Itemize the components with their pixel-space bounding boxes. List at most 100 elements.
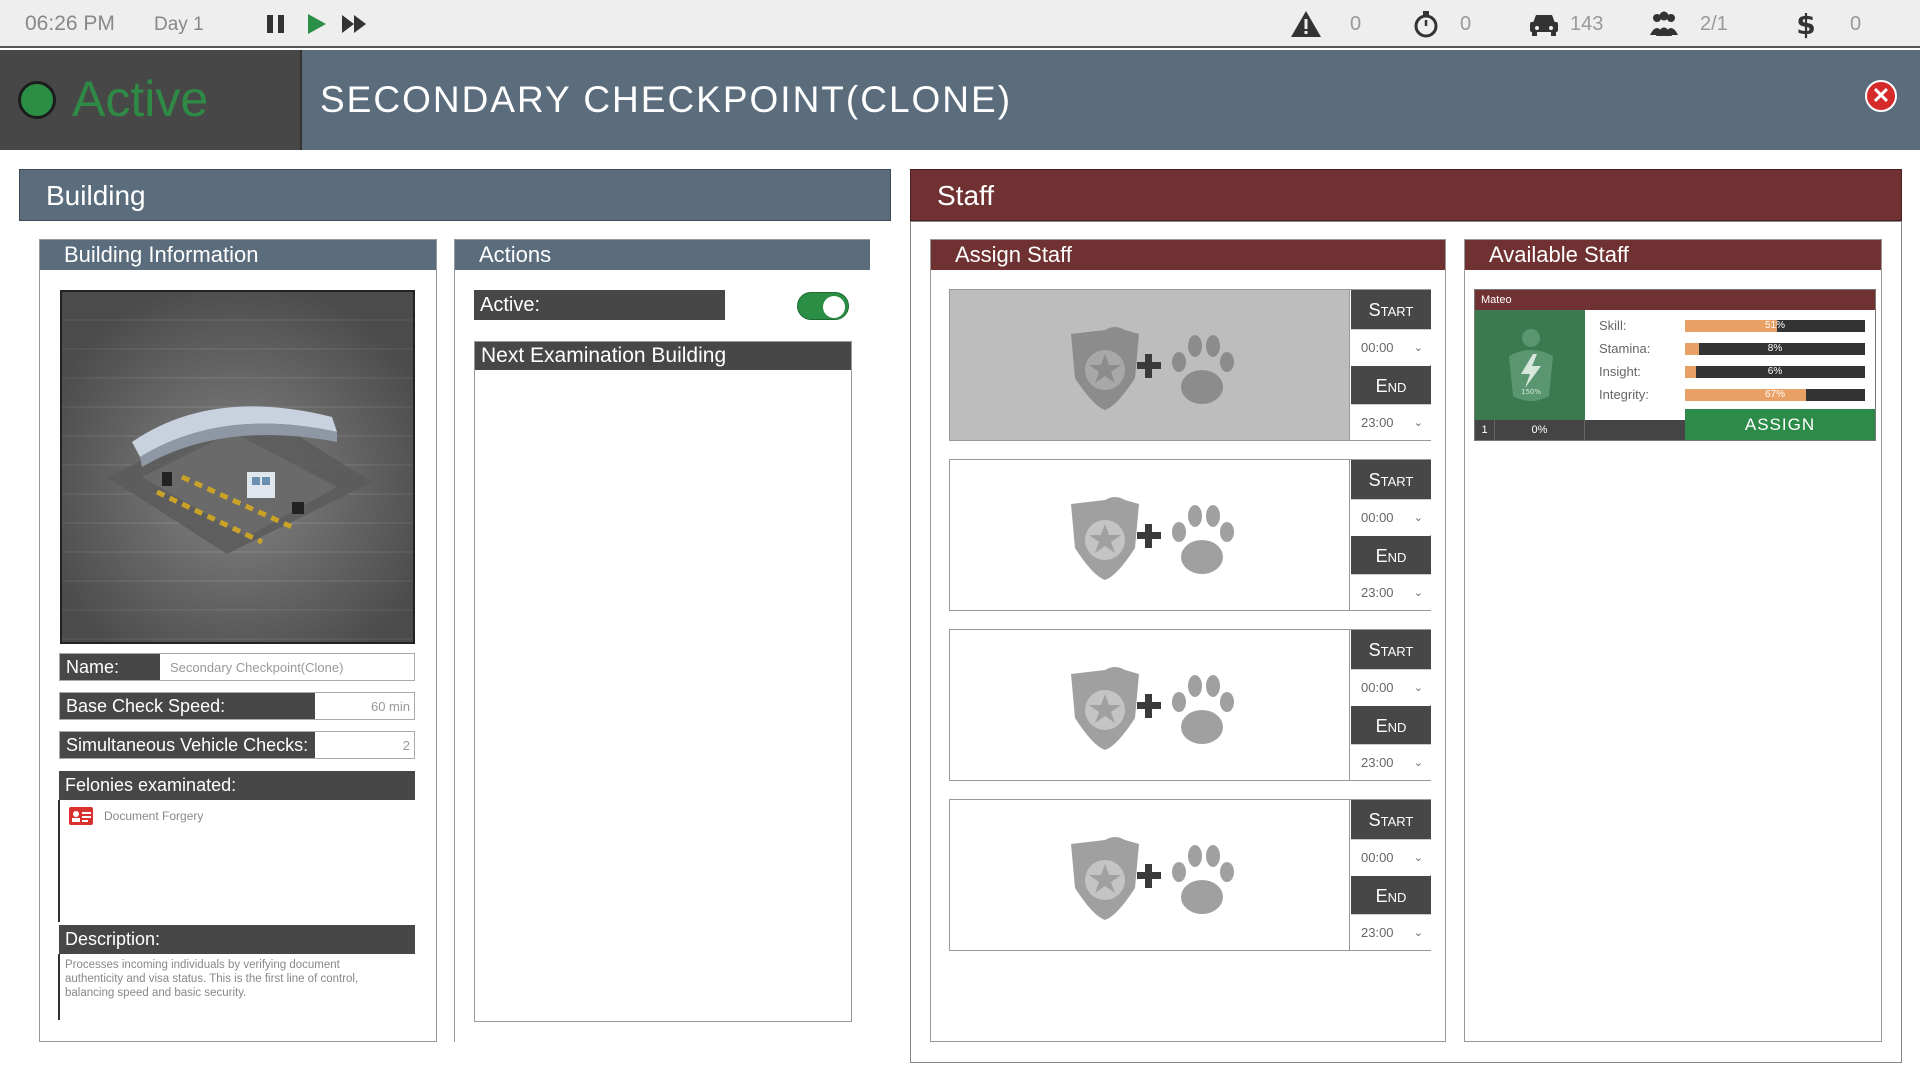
slot-drop-area[interactable] bbox=[950, 630, 1350, 780]
felony-name: Document Forgery bbox=[104, 809, 204, 823]
stamina-value: 8% bbox=[1767, 343, 1783, 354]
start-time-value: 00:00 bbox=[1361, 850, 1394, 865]
start-time-value: 00:00 bbox=[1361, 340, 1394, 355]
svg-text:$: $ bbox=[1796, 9, 1815, 39]
start-time-select[interactable]: 00:00 ⌄ bbox=[1351, 329, 1431, 365]
status-indicator: Active bbox=[0, 50, 302, 150]
description-label: Description: bbox=[59, 925, 415, 954]
stat-label: Stamina: bbox=[1599, 341, 1651, 356]
name-label: Name: bbox=[60, 654, 160, 680]
available-staff-header: Available Staff bbox=[1465, 240, 1881, 270]
building-preview-image bbox=[60, 290, 415, 644]
active-toggle-label: Active: bbox=[474, 290, 725, 320]
simultaneous-checks-label: Simultaneous Vehicle Checks: bbox=[60, 732, 315, 758]
staff-section-header: Staff bbox=[910, 169, 1902, 221]
name-value[interactable]: Secondary Checkpoint(Clone) bbox=[170, 654, 343, 680]
slot-drop-area[interactable] bbox=[950, 460, 1350, 610]
officer-silhouette-icon: 150% bbox=[1509, 329, 1553, 401]
skill-value: 51% bbox=[1764, 320, 1785, 331]
page-title: SECONDARY CHECKPOINT(CLONE) bbox=[320, 79, 1013, 120]
chevron-down-icon: ⌄ bbox=[1413, 342, 1423, 354]
pause-icon[interactable] bbox=[262, 10, 290, 38]
fast-forward-icon[interactable] bbox=[340, 10, 368, 38]
staff-card[interactable]: Mateo 150% Skill: 51% Stamina: 8% Insigh… bbox=[1474, 289, 1876, 441]
simultaneous-checks-row: Simultaneous Vehicle Checks: 2 bbox=[59, 731, 415, 759]
active-toggle[interactable] bbox=[797, 292, 849, 320]
stat-label: Skill: bbox=[1599, 318, 1627, 333]
close-icon[interactable]: ✕ bbox=[1865, 80, 1897, 112]
slot-drop-area[interactable] bbox=[950, 800, 1350, 950]
play-icon[interactable] bbox=[302, 10, 330, 38]
assign-staff-header: Assign Staff bbox=[931, 240, 1445, 270]
staff-stats: Skill: 51% Stamina: 8% Insight: 6% Integ… bbox=[1585, 310, 1875, 420]
people-icon bbox=[1650, 11, 1678, 36]
next-examination-building-header: Next Examination Building bbox=[475, 342, 851, 370]
slot-drop-area[interactable] bbox=[950, 290, 1350, 440]
document-forgery-icon bbox=[69, 807, 93, 825]
skill-bar: 51% bbox=[1685, 320, 1865, 332]
base-check-speed-row: Base Check Speed: 60 min bbox=[59, 692, 415, 720]
staff-slot[interactable]: Start 00:00 ⌄ End 23:00 ⌄ bbox=[949, 459, 1431, 611]
simultaneous-checks-value: 2 bbox=[402, 738, 410, 753]
actions-header: Actions bbox=[455, 240, 870, 270]
top-bar: 06:26 PM Day 1 0 0 143 2/1 $ 0 bbox=[0, 0, 1920, 48]
start-button[interactable]: Start bbox=[1351, 290, 1431, 329]
base-check-speed-value: 60 min bbox=[370, 699, 410, 714]
building-section-header: Building bbox=[19, 169, 891, 221]
start-button[interactable]: Start bbox=[1351, 630, 1431, 669]
energy-badge: 150% bbox=[1521, 388, 1541, 396]
vehicle-count: 143 bbox=[1570, 13, 1604, 35]
end-time-select[interactable]: 23:00 ⌄ bbox=[1351, 404, 1431, 440]
dollar-icon: $ bbox=[1796, 9, 1815, 39]
start-time-value: 00:00 bbox=[1361, 510, 1394, 525]
timer-count: 0 bbox=[1460, 13, 1472, 35]
end-time-value: 23:00 bbox=[1361, 755, 1394, 770]
end-time-select[interactable]: 23:00 ⌄ bbox=[1351, 574, 1431, 610]
stamina-bar: 8% bbox=[1685, 343, 1865, 355]
assign-button[interactable]: ASSIGN bbox=[1685, 409, 1875, 440]
status-label: Active bbox=[72, 71, 209, 127]
end-button[interactable]: End bbox=[1351, 536, 1431, 575]
end-time-select[interactable]: 23:00 ⌄ bbox=[1351, 914, 1431, 950]
description-text: Processes incoming individuals by verify… bbox=[65, 959, 359, 999]
name-field[interactable]: Name: Secondary Checkpoint(Clone) bbox=[59, 653, 415, 681]
chevron-down-icon: ⌄ bbox=[1413, 587, 1423, 599]
staff-level: 1 bbox=[1475, 420, 1495, 440]
stopwatch-icon bbox=[1414, 11, 1438, 38]
insight-bar: 6% bbox=[1685, 366, 1865, 378]
end-time-select[interactable]: 23:00 ⌄ bbox=[1351, 744, 1431, 780]
start-time-select[interactable]: 00:00 ⌄ bbox=[1351, 669, 1431, 705]
end-time-value: 23:00 bbox=[1361, 925, 1394, 940]
staff-count: 2/1 bbox=[1700, 13, 1728, 35]
end-time-value: 23:00 bbox=[1361, 415, 1394, 430]
start-button[interactable]: Start bbox=[1351, 800, 1431, 839]
stat-label: Insight: bbox=[1599, 364, 1641, 379]
staff-level-bar: 1 0% bbox=[1475, 420, 1685, 440]
next-examination-building-list[interactable]: Next Examination Building bbox=[474, 341, 852, 1022]
end-button[interactable]: End bbox=[1351, 876, 1431, 915]
chevron-down-icon: ⌄ bbox=[1413, 512, 1423, 524]
chevron-down-icon: ⌄ bbox=[1413, 682, 1423, 694]
integrity-value: 67% bbox=[1764, 389, 1785, 400]
end-button[interactable]: End bbox=[1351, 366, 1431, 405]
car-icon bbox=[1530, 15, 1558, 36]
warning-icon bbox=[1291, 11, 1321, 37]
insight-value: 6% bbox=[1767, 366, 1783, 377]
stat-label: Integrity: bbox=[1599, 387, 1649, 402]
start-time-select[interactable]: 00:00 ⌄ bbox=[1351, 499, 1431, 535]
alerts-count: 0 bbox=[1350, 13, 1362, 35]
staff-slot[interactable]: Start 00:00 ⌄ End 23:00 ⌄ bbox=[949, 799, 1431, 951]
start-time-select[interactable]: 00:00 ⌄ bbox=[1351, 839, 1431, 875]
chevron-down-icon: ⌄ bbox=[1413, 927, 1423, 939]
staff-name: Mateo bbox=[1475, 290, 1875, 310]
badge-paw-icon bbox=[1071, 667, 1234, 750]
integrity-bar: 67% bbox=[1685, 389, 1865, 401]
staff-portrait: 150% bbox=[1475, 310, 1585, 420]
staff-slot[interactable]: Start 00:00 ⌄ End 23:00 ⌄ bbox=[949, 289, 1431, 441]
staff-slot[interactable]: Start 00:00 ⌄ End 23:00 ⌄ bbox=[949, 629, 1431, 781]
end-time-value: 23:00 bbox=[1361, 585, 1394, 600]
badge-paw-icon bbox=[1071, 837, 1234, 920]
start-button[interactable]: Start bbox=[1351, 460, 1431, 499]
building-title-bar: Active SECONDARY CHECKPOINT(CLONE) ✕ bbox=[0, 50, 1920, 150]
end-button[interactable]: End bbox=[1351, 706, 1431, 745]
